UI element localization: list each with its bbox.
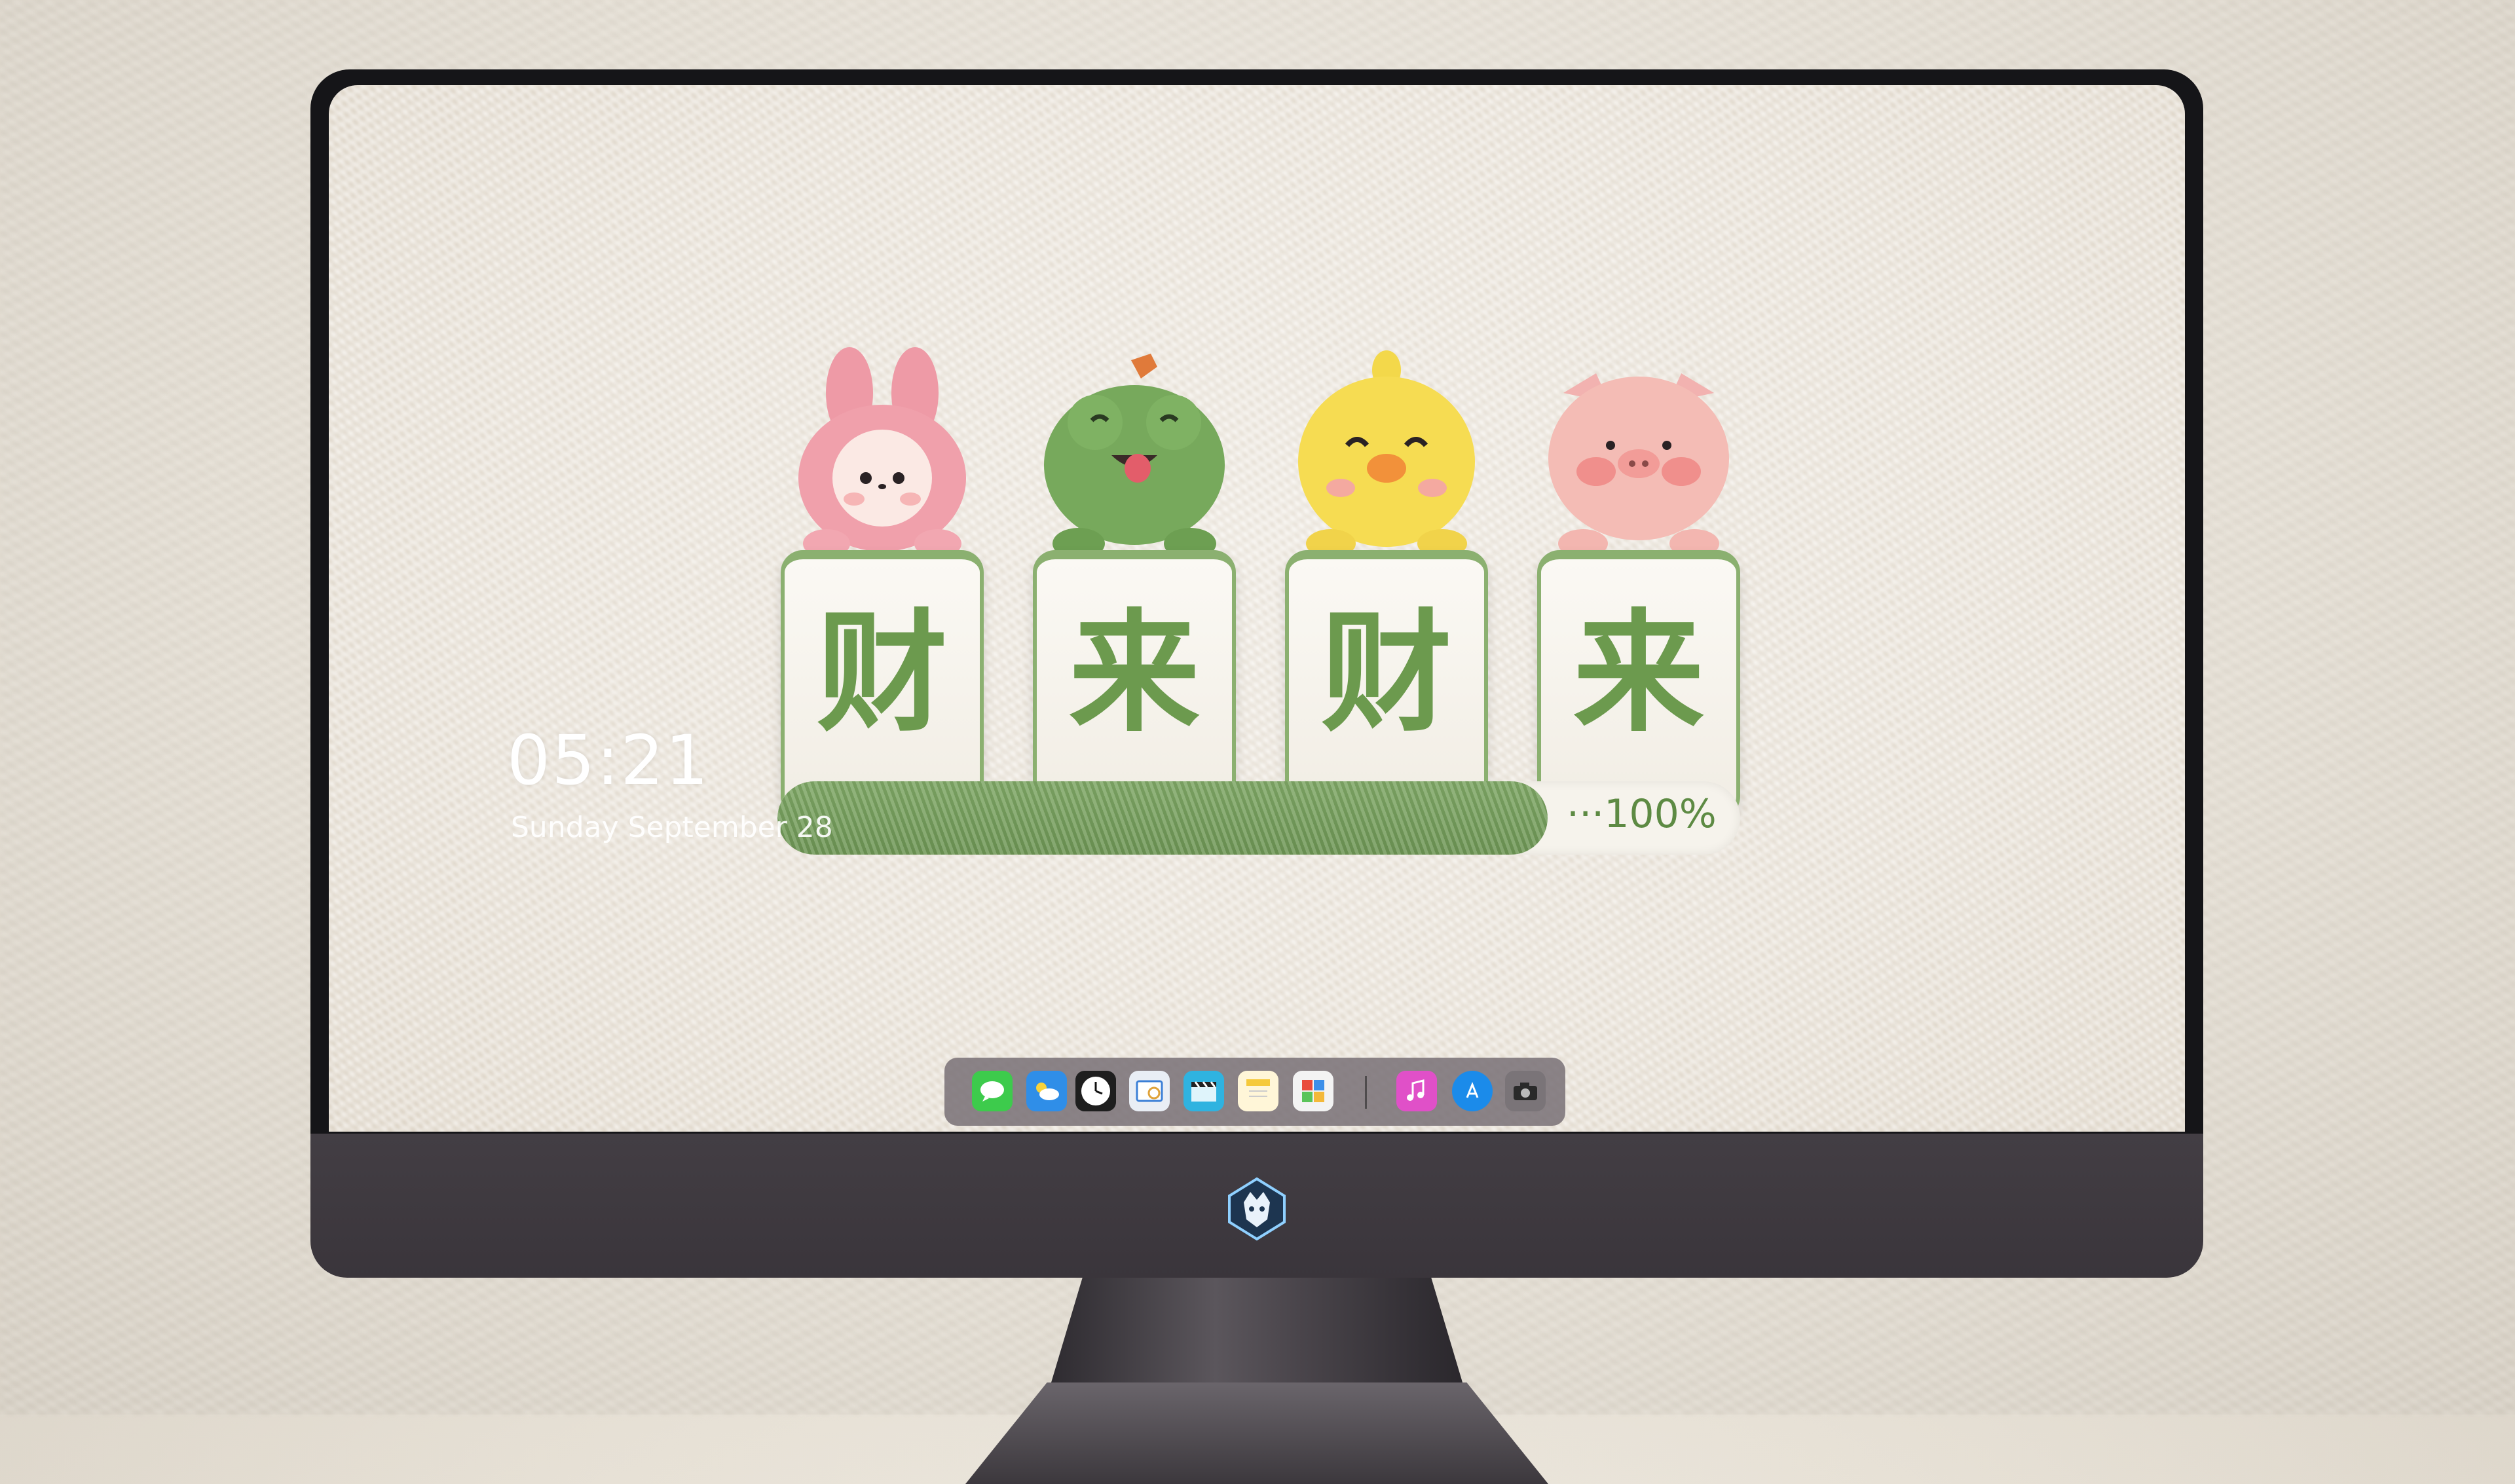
pink-pig-icon	[1548, 373, 1729, 557]
dock-separator	[1365, 1076, 1367, 1109]
dock	[944, 1058, 1565, 1126]
yellow-chick-icon	[1298, 350, 1475, 557]
tile-chick: 财	[1285, 301, 1501, 864]
tile-character: 来	[1573, 597, 1704, 750]
clapper-icon[interactable]	[1183, 1071, 1224, 1111]
tile-character: 来	[1068, 597, 1200, 750]
app-store-icon[interactable]	[1452, 1071, 1493, 1111]
weather-icon[interactable]	[1026, 1071, 1067, 1111]
music-icon[interactable]	[1396, 1071, 1437, 1111]
notes-icon[interactable]	[1238, 1071, 1278, 1111]
mahjong-tile: 来	[1033, 550, 1236, 819]
lock-clock: 05:21	[507, 720, 710, 800]
tile-character: 财	[1320, 597, 1452, 750]
tile-character: 财	[816, 597, 948, 750]
lock-date: Sunday September 28	[511, 811, 833, 844]
pink-bunny-icon	[798, 347, 966, 557]
mahjong-tiles-group: 财 来 财 来	[781, 301, 1763, 864]
mahjong-tile: 来	[1537, 550, 1740, 819]
messages-icon[interactable]	[972, 1071, 1013, 1111]
tile-bunny: 财	[781, 301, 997, 864]
preview-icon[interactable]	[1129, 1071, 1170, 1111]
clock-icon[interactable]	[1075, 1071, 1116, 1111]
desktop-screen: 财 来 财 来 ···100% 05:21 Sunday September 2…	[329, 85, 2185, 1132]
mahjong-tile: 财	[1285, 550, 1488, 819]
monitor-stand-base	[965, 1382, 1548, 1484]
photos-icon[interactable]	[1293, 1071, 1333, 1111]
green-frog-icon	[1044, 354, 1225, 557]
progress-fill	[777, 781, 1548, 855]
tile-pig: 来	[1537, 301, 1753, 864]
monitor-stand-neck	[1049, 1278, 1464, 1389]
mahjong-tile: 财	[781, 550, 984, 819]
progress-label: ···100%	[1567, 791, 1717, 837]
tile-frog: 来	[1033, 301, 1249, 864]
camera-icon[interactable]	[1505, 1071, 1546, 1111]
imac-monitor: 财 来 财 来 ···100% 05:21 Sunday September 2…	[310, 69, 2203, 1484]
wolf-logo-icon	[1228, 1177, 1286, 1241]
